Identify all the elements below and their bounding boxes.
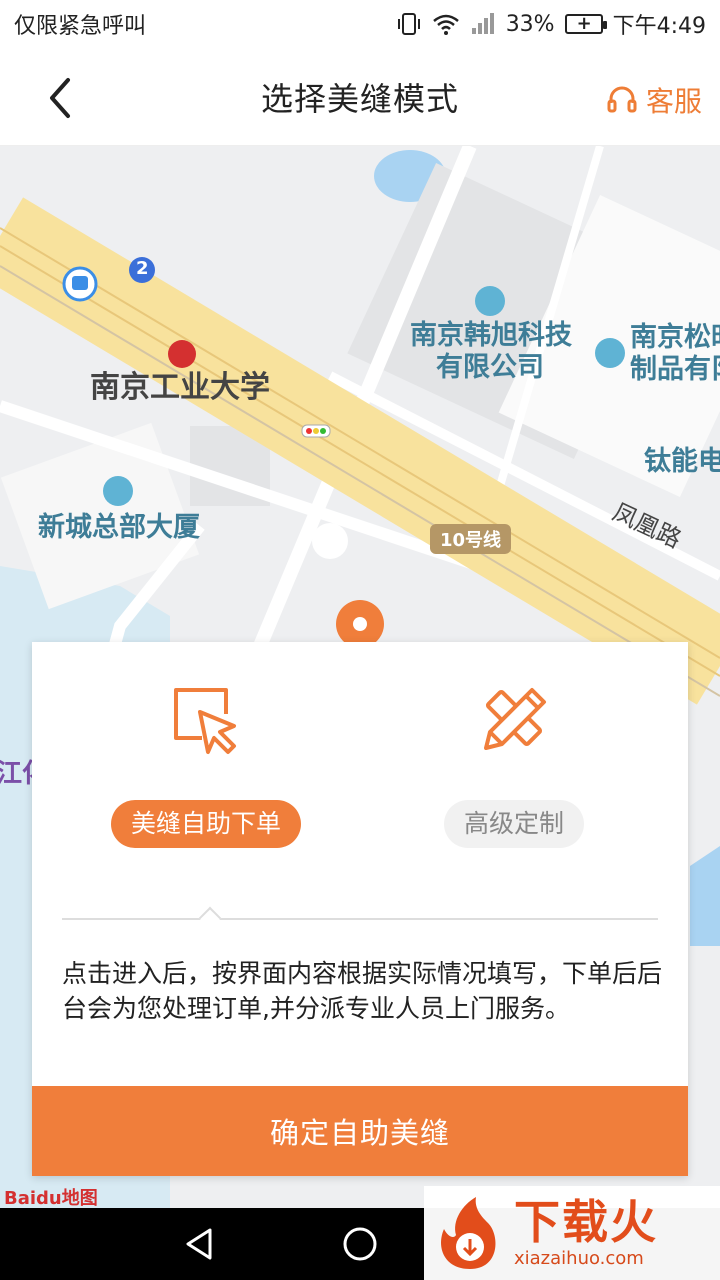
wifi-icon (432, 14, 459, 35)
map-label-company1-line1: 南京韩旭科技 (410, 320, 572, 351)
watermark-title: 下载火 (514, 1195, 658, 1249)
mode-description: 点击进入后，按界面内容根据实际情况填写，下单后后台会为您处理订单,并分派专业人员… (62, 959, 663, 1023)
status-bar: 仅限紧急呼叫 33% + 下午4:49 (0, 0, 720, 48)
map-label-titanium: 钛能电 (644, 446, 720, 477)
confirm-button[interactable]: 确定自助美缝 (32, 1086, 688, 1176)
mode-pill-self-service[interactable]: 美缝自助下单 (110, 800, 301, 848)
mode-selection-dialog: 美缝自助下单 高级定制 点击进入后，按界面内容根据实际情况填写，下单后后台会为您… (32, 642, 688, 1176)
header: 选择美缝模式 客服 (0, 48, 720, 146)
divider (62, 918, 658, 920)
page-title: 选择美缝模式 (260, 79, 459, 118)
battery-percent: 33% (505, 11, 555, 37)
status-text: 仅限紧急呼叫 (14, 14, 147, 39)
status-time: 下午4:49 (612, 14, 706, 39)
watermark-text: 下载火 xiazaihuo.com (514, 1196, 658, 1270)
metro-line-badge: 10号线 (430, 524, 512, 554)
home-circle-icon[interactable] (342, 1226, 378, 1262)
baidu-map-logo: Baidu地图 (4, 1188, 98, 1208)
service-label: 客服 (645, 85, 702, 118)
selection-indicator (198, 906, 222, 930)
map-label-company1-line2: 有限公司 (436, 352, 544, 383)
signal-icon (471, 13, 494, 34)
pointer-cursor-icon (174, 688, 236, 754)
map-label-company2-line2: 制品有阝 (630, 354, 720, 385)
headset-icon (607, 86, 637, 113)
vibrate-icon (397, 13, 420, 35)
status-icons: 33% + 下午4:49 (396, 8, 706, 40)
map-label-building: 新城总部大厦 (38, 512, 200, 543)
chevron-left-icon[interactable] (40, 76, 84, 120)
flame-logo-icon (441, 1197, 496, 1269)
mode-pill-custom[interactable]: 高级定制 (443, 800, 584, 848)
bus-stop-number: 2 (136, 258, 149, 279)
watermark: 下载火 xiazaihuo.com (424, 1186, 720, 1280)
pencil-ruler-icon (484, 688, 546, 750)
battery-icon: + (564, 13, 607, 34)
map-label-company2-line1: 南京松时 (630, 322, 720, 353)
back-triangle-icon[interactable] (182, 1226, 218, 1262)
map-label-university: 南京工业大学 (90, 370, 270, 405)
customer-service-button[interactable]: 客服 (606, 80, 702, 120)
watermark-url: xiazaihuo.com (514, 1248, 644, 1269)
mode-option-self-service[interactable]: 美缝自助下单 (86, 682, 326, 848)
mode-option-custom[interactable]: 高级定制 (394, 682, 634, 848)
